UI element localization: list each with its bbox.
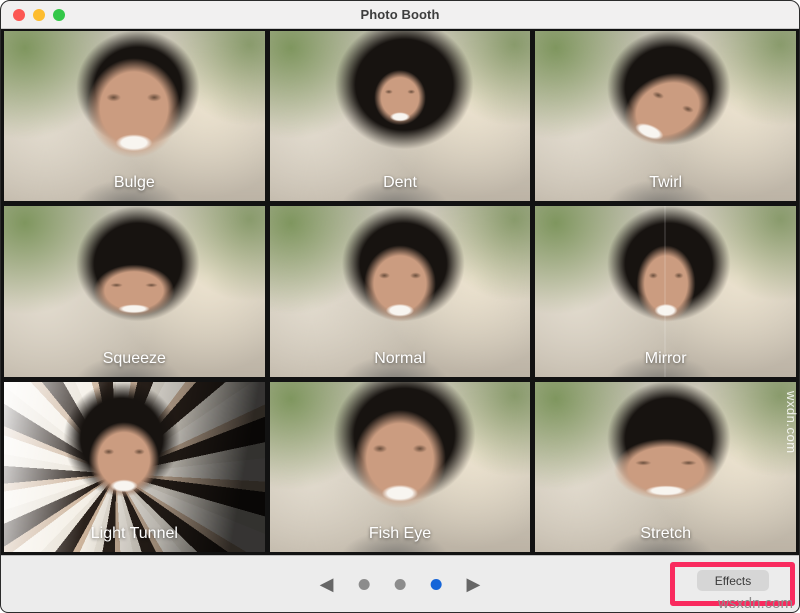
title-bar: Photo Booth [1,1,799,29]
face-shape [333,388,466,536]
previous-page-icon[interactable]: ◀ [320,575,334,593]
effect-cell-squeeze[interactable]: Squeeze [4,206,265,376]
zoom-window-button[interactable] [53,9,65,21]
effect-cell-normal[interactable]: Normal [270,206,531,376]
minimize-window-button[interactable] [33,9,45,21]
effects-grid: Bulge Dent Twirl Squeeze Normal Mirror [1,29,799,555]
face-shape [590,425,741,518]
pager-dot[interactable] [431,579,442,590]
effects-button[interactable]: Effects [697,570,769,591]
pager-controls: ◀ ▶ [320,575,481,593]
effect-label: Mirror [535,350,796,368]
face-shape [623,228,708,344]
pager-dot[interactable] [359,579,370,590]
effect-cell-fish-eye[interactable]: Fish Eye [270,382,531,552]
face-shape [67,36,203,187]
watermark-side: wxdn.com [784,391,799,454]
photo-booth-window: Photo Booth Bulge Dent Twirl Squeeze Nor… [0,0,800,613]
face-shape [348,228,452,344]
effect-cell-mirror[interactable]: Mirror [535,206,796,376]
window-title: Photo Booth [1,7,799,22]
bottom-bar: ◀ ▶ Effects [1,555,799,612]
watermark-bottom: wsxdn.com [718,595,793,612]
close-window-button[interactable] [13,9,25,21]
effect-cell-stretch[interactable]: Stretch [535,382,796,552]
face-shape [362,58,437,141]
effect-cell-light-tunnel[interactable]: Light Tunnel [4,382,265,552]
effect-cell-dent[interactable]: Dent [270,31,531,201]
face-shape [76,253,193,332]
face-shape [73,405,175,518]
traffic-lights [13,1,65,28]
hair-shape [582,206,749,376]
pager-dot[interactable] [395,579,406,590]
effect-cell-bulge[interactable]: Bulge [4,31,265,201]
next-page-icon[interactable]: ▶ [467,575,481,593]
effect-cell-twirl[interactable]: Twirl [535,31,796,201]
